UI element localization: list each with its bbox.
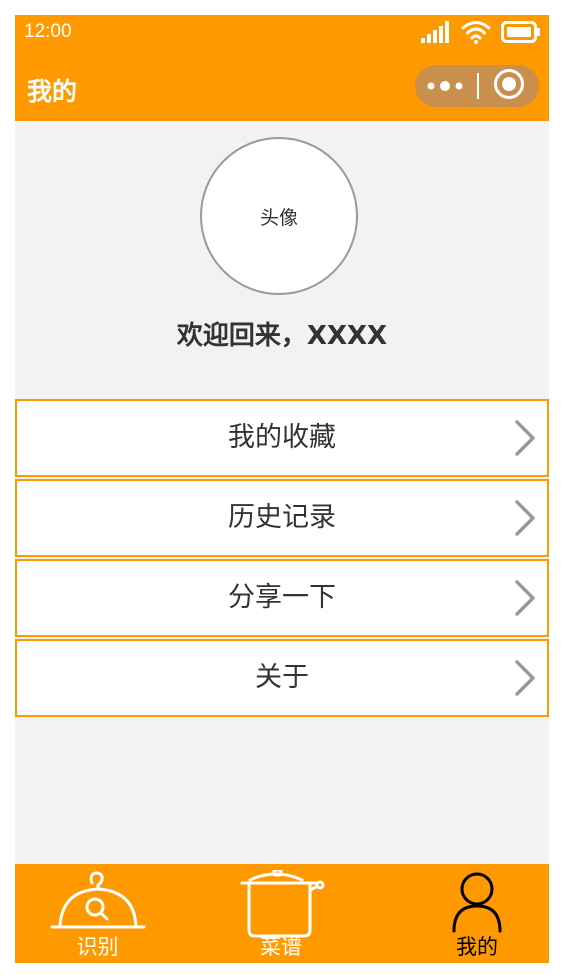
tab-recipes[interactable]: 菜谱	[231, 864, 331, 963]
welcome-text: 欢迎回来，XXXX	[176, 321, 388, 351]
menu-item-label: 关于	[255, 662, 309, 693]
menu-item-label: 分享一下	[228, 582, 336, 613]
page-title: 我的	[27, 77, 78, 106]
nav-bar: 我的	[15, 55, 549, 121]
more-dots-icon	[426, 77, 466, 96]
tab-label: 我的	[456, 935, 498, 959]
profile-header: 头像 欢迎回来，XXXX	[15, 121, 549, 401]
menu-item-favorites[interactable]: 我的收藏	[15, 399, 549, 477]
phone-screen: 12:00 我的 头像 欢迎回来，XXXX 我的收藏 历史记录 分享一下 关于 …	[15, 15, 549, 963]
tab-mine[interactable]: 我的	[427, 864, 527, 963]
wifi-icon	[461, 20, 491, 48]
user-icon	[449, 870, 505, 938]
menu-item-history[interactable]: 历史记录	[15, 479, 549, 557]
chevron-right-icon	[513, 579, 537, 617]
mini-program-capsule	[415, 65, 539, 107]
tab-label: 菜谱	[260, 935, 302, 959]
battery-icon	[501, 21, 541, 47]
more-button[interactable]	[415, 65, 477, 107]
menu-item-share[interactable]: 分享一下	[15, 559, 549, 637]
close-button[interactable]	[479, 65, 539, 107]
status-time: 12:00	[24, 21, 72, 42]
chevron-right-icon	[513, 419, 537, 457]
avatar-placeholder-text: 头像	[259, 206, 298, 229]
menu-item-about[interactable]: 关于	[15, 639, 549, 717]
tab-bar: 识别 菜谱 我的	[15, 864, 549, 963]
avatar[interactable]: 头像	[200, 137, 358, 295]
tab-recognize[interactable]: 识别	[45, 864, 150, 963]
status-icons	[421, 19, 541, 49]
cloche-search-icon	[50, 870, 146, 936]
chevron-right-icon	[513, 499, 537, 537]
chevron-right-icon	[513, 659, 537, 697]
menu-item-label: 历史记录	[228, 502, 336, 533]
status-bar: 12:00	[15, 15, 549, 55]
menu-item-label: 我的收藏	[228, 422, 336, 453]
signal-icon	[421, 21, 451, 47]
close-circle-icon	[493, 68, 525, 104]
tab-label: 识别	[76, 935, 119, 959]
